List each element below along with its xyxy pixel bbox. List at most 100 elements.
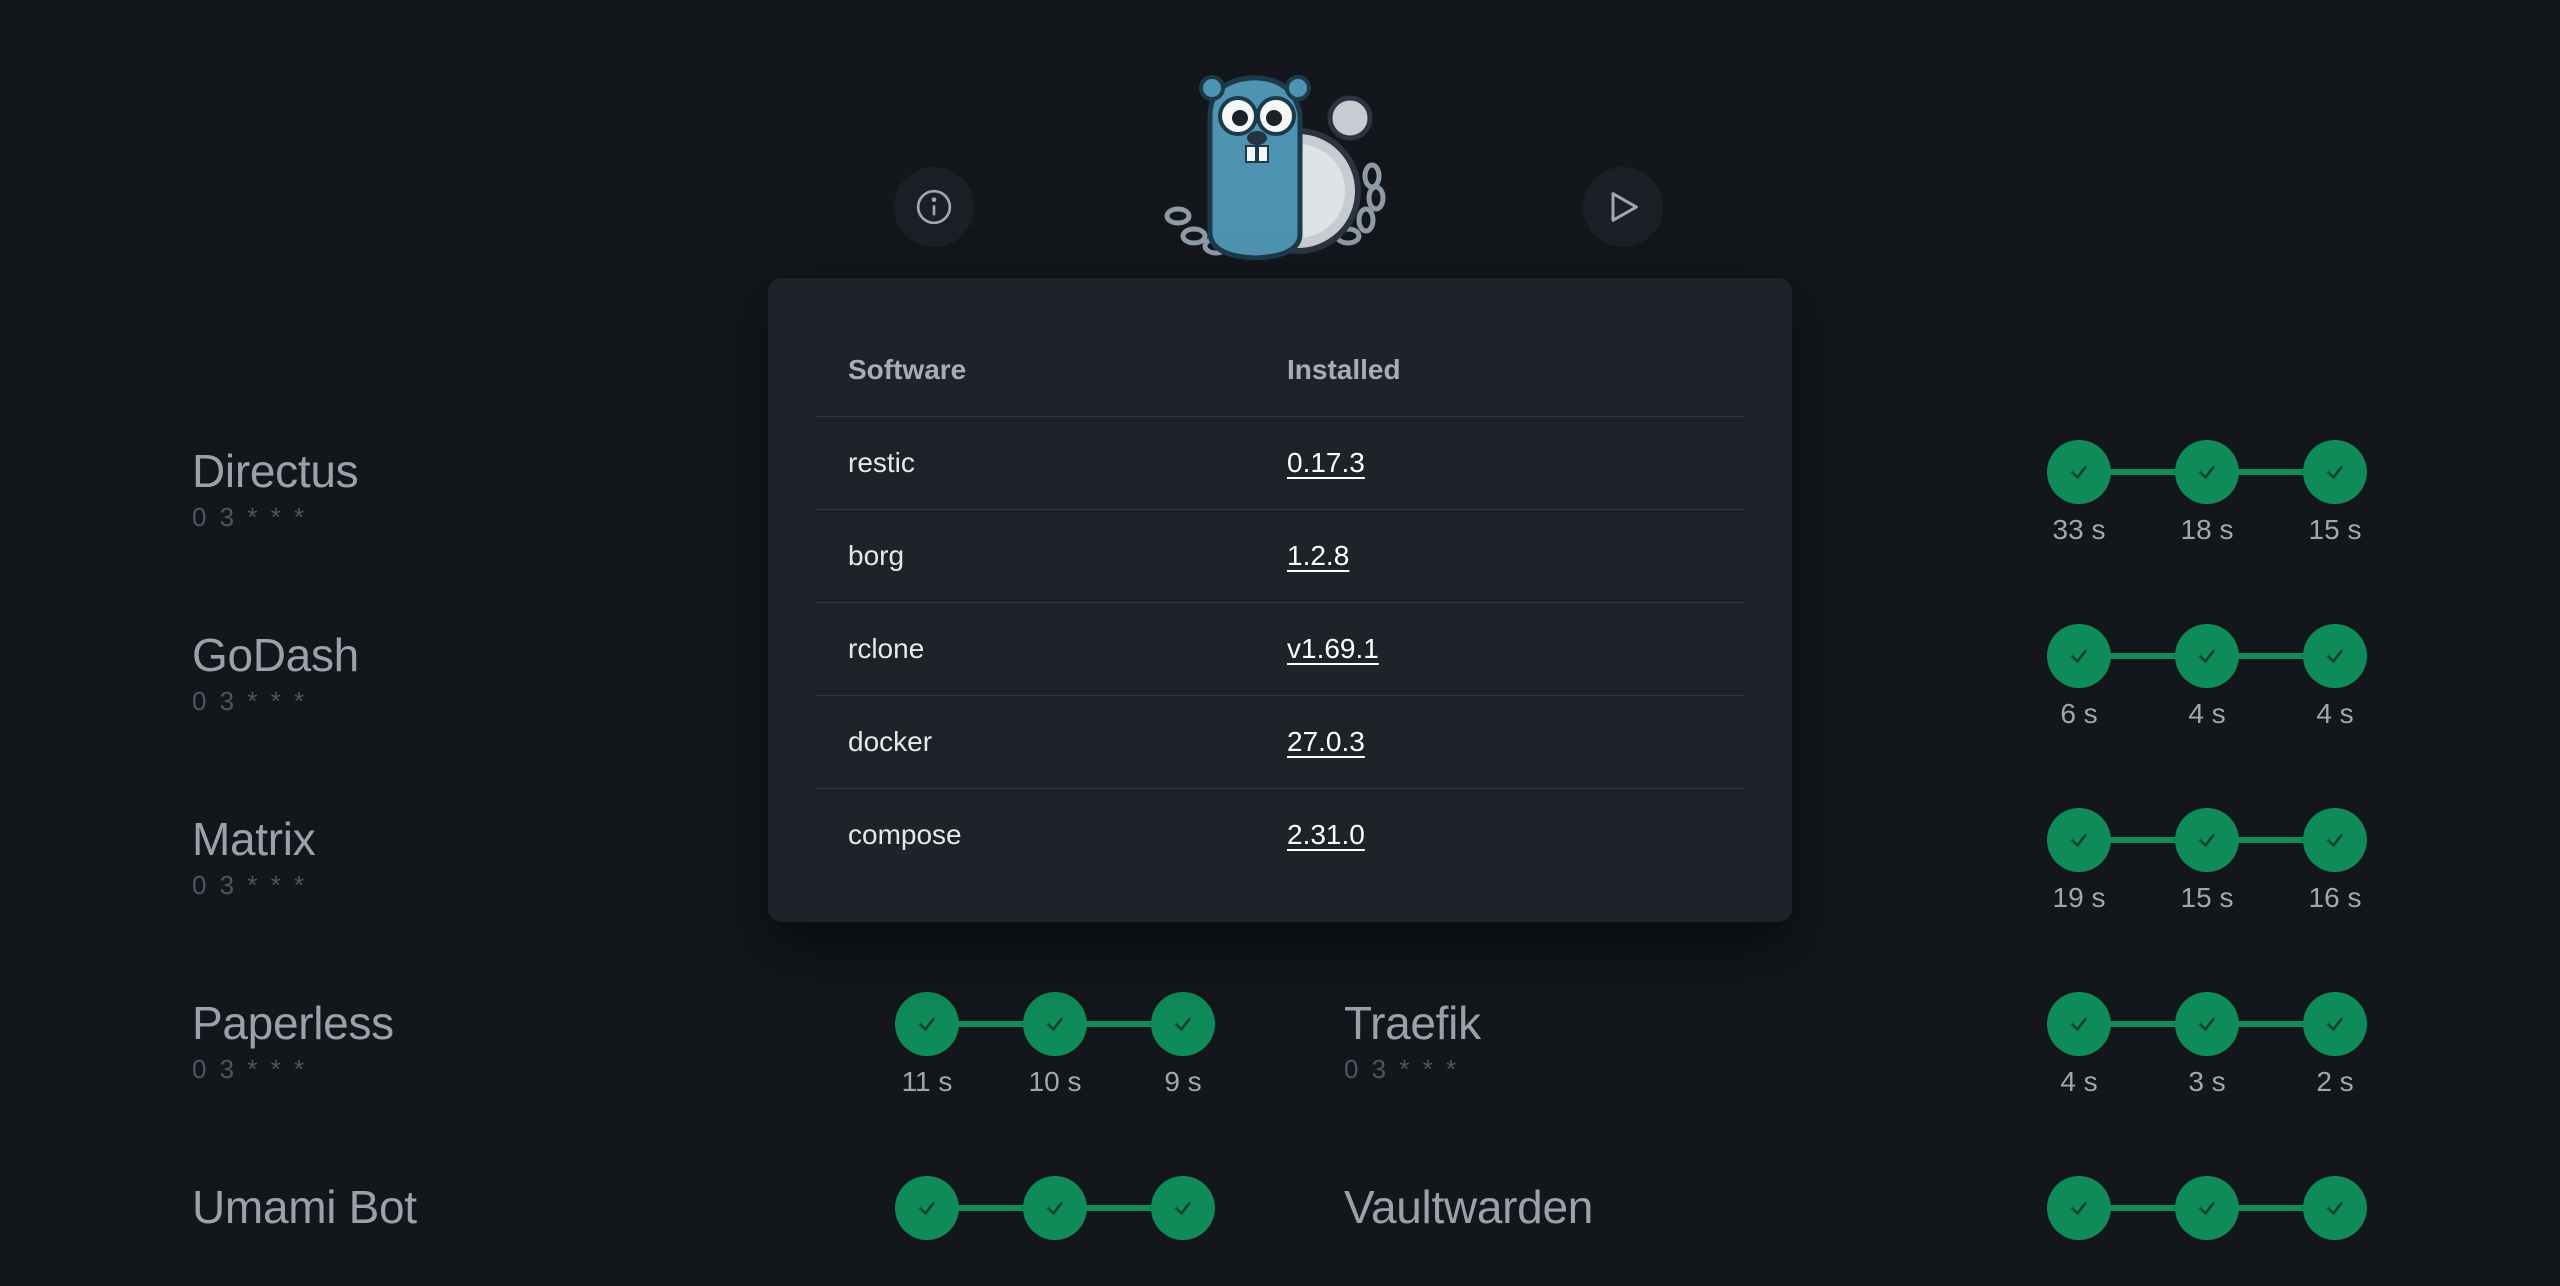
job-title: Paperless [192,997,394,1049]
check-icon [1175,1017,1191,1031]
check-icon [2327,1201,2343,1215]
play-icon [1611,192,1638,222]
run-history-pipeline: 6 s 4 s 4 s [2047,624,2377,734]
info-icon [916,189,952,225]
run-success-node[interactable] [2175,808,2239,872]
column-header-software: Software [848,354,967,385]
run-success-node[interactable] [2175,992,2239,1056]
software-name: rclone [848,633,925,664]
job-card[interactable]: Paperless 0 3 * * * [192,996,394,1085]
run-duration: 11 s [901,1066,953,1097]
table-row: restic 0.17.3 [816,417,1744,510]
run-history-pipeline: 11 s 10 s 9 s [895,992,1225,1102]
run-history-pipeline: 19 s 15 s 16 s [2047,808,2377,918]
run-success-node[interactable] [2047,808,2111,872]
run-success-node[interactable] [2047,440,2111,504]
table-header-row: Software Installed [816,324,1744,417]
version-link[interactable]: 2.31.0 [1287,819,1744,851]
version-link[interactable]: 1.2.8 [1287,540,1744,572]
run-success-node[interactable] [1151,1176,1215,1240]
run-history-pipeline: 33 s 18 s 15 s [2047,440,2377,550]
job-title: GoDash [192,629,359,681]
job-card[interactable]: Directus 0 3 * * * [192,444,359,533]
run-success-node[interactable] [1023,992,1087,1056]
run-history-pipeline [895,1176,1225,1286]
check-icon [2071,833,2087,847]
run-success-node[interactable] [2303,992,2367,1056]
job-card[interactable]: Umami Bot [192,1180,417,1234]
run-duration: 6 s [2060,698,2098,729]
software-versions-modal: Software Installed restic 0.17.3 borg 1.… [768,278,1792,922]
run-duration: 15 s [2308,514,2362,545]
job-schedule: 0 3 * * * [192,870,308,900]
software-table: Software Installed restic 0.17.3 borg 1.… [816,324,1744,881]
software-name: restic [848,447,915,478]
gopher-logo [1164,75,1386,261]
run-success-node[interactable] [2175,624,2239,688]
job-title: Matrix [192,813,316,865]
check-icon [2199,833,2215,847]
check-icon [1047,1017,1063,1031]
job-card[interactable]: Traefik 0 3 * * * [1344,996,1481,1085]
run-success-node[interactable] [895,992,959,1056]
run-duration: 33 s [2052,514,2106,545]
check-icon [2199,1017,2215,1031]
table-row: borg 1.2.8 [816,510,1744,603]
run-success-node[interactable] [2047,624,2111,688]
run-success-node[interactable] [2047,992,2111,1056]
version-link[interactable]: 0.17.3 [1287,447,1744,479]
run-success-node[interactable] [2303,1176,2367,1240]
run-duration: 16 s [2308,882,2362,913]
run-success-node[interactable] [1151,992,1215,1056]
run-duration: 9 s [1164,1066,1202,1097]
run-duration: 4 s [2188,698,2226,729]
job-card[interactable]: GoDash 0 3 * * * [192,628,359,717]
job-title: Umami Bot [192,1181,417,1233]
run-success-node[interactable] [895,1176,959,1240]
run-success-node[interactable] [2303,624,2367,688]
run-duration: 2 s [2316,1066,2354,1097]
check-icon [2199,465,2215,479]
run-success-node[interactable] [2175,1176,2239,1240]
job-schedule: 0 3 * * * [192,502,308,532]
check-icon [1175,1201,1191,1215]
table-row: docker 27.0.3 [816,696,1744,789]
check-icon [2071,1201,2087,1215]
job-card[interactable]: Vaultwarden [1344,1180,1593,1234]
check-icon [2071,649,2087,663]
job-card[interactable]: Matrix 0 3 * * * [192,812,316,901]
software-name: borg [848,540,905,571]
job-title: Directus [192,445,359,497]
run-success-node[interactable] [2175,440,2239,504]
run-duration: 4 s [2060,1066,2098,1097]
version-link[interactable]: v1.69.1 [1287,633,1744,665]
run-history-pipeline [2047,1176,2377,1286]
run-duration: 19 s [2052,882,2106,913]
job-schedule: 0 3 * * * [192,1054,308,1084]
job-schedule: 0 3 * * * [192,686,308,716]
check-icon [919,1017,935,1031]
run-button[interactable] [1583,167,1663,247]
run-duration: 3 s [2188,1066,2226,1097]
check-icon [2199,1201,2215,1215]
info-button[interactable] [894,167,974,247]
run-success-node[interactable] [2303,808,2367,872]
run-success-node[interactable] [2047,1176,2111,1240]
run-history-pipeline: 4 s 3 s 2 s [2047,992,2377,1102]
check-icon [2071,1017,2087,1031]
check-icon [2327,833,2343,847]
check-icon [2071,465,2087,479]
check-icon [2327,649,2343,663]
check-icon [2327,1017,2343,1031]
run-duration: 10 s [1028,1066,1082,1097]
table-row: rclone v1.69.1 [816,603,1744,696]
check-icon [919,1201,935,1215]
run-success-node[interactable] [1023,1176,1087,1240]
check-icon [2327,465,2343,479]
version-link[interactable]: 27.0.3 [1287,726,1744,758]
run-success-node[interactable] [2303,440,2367,504]
column-header-installed: Installed [1287,354,1401,385]
software-name: compose [848,819,962,850]
check-icon [2199,649,2215,663]
run-duration: 4 s [2316,698,2354,729]
